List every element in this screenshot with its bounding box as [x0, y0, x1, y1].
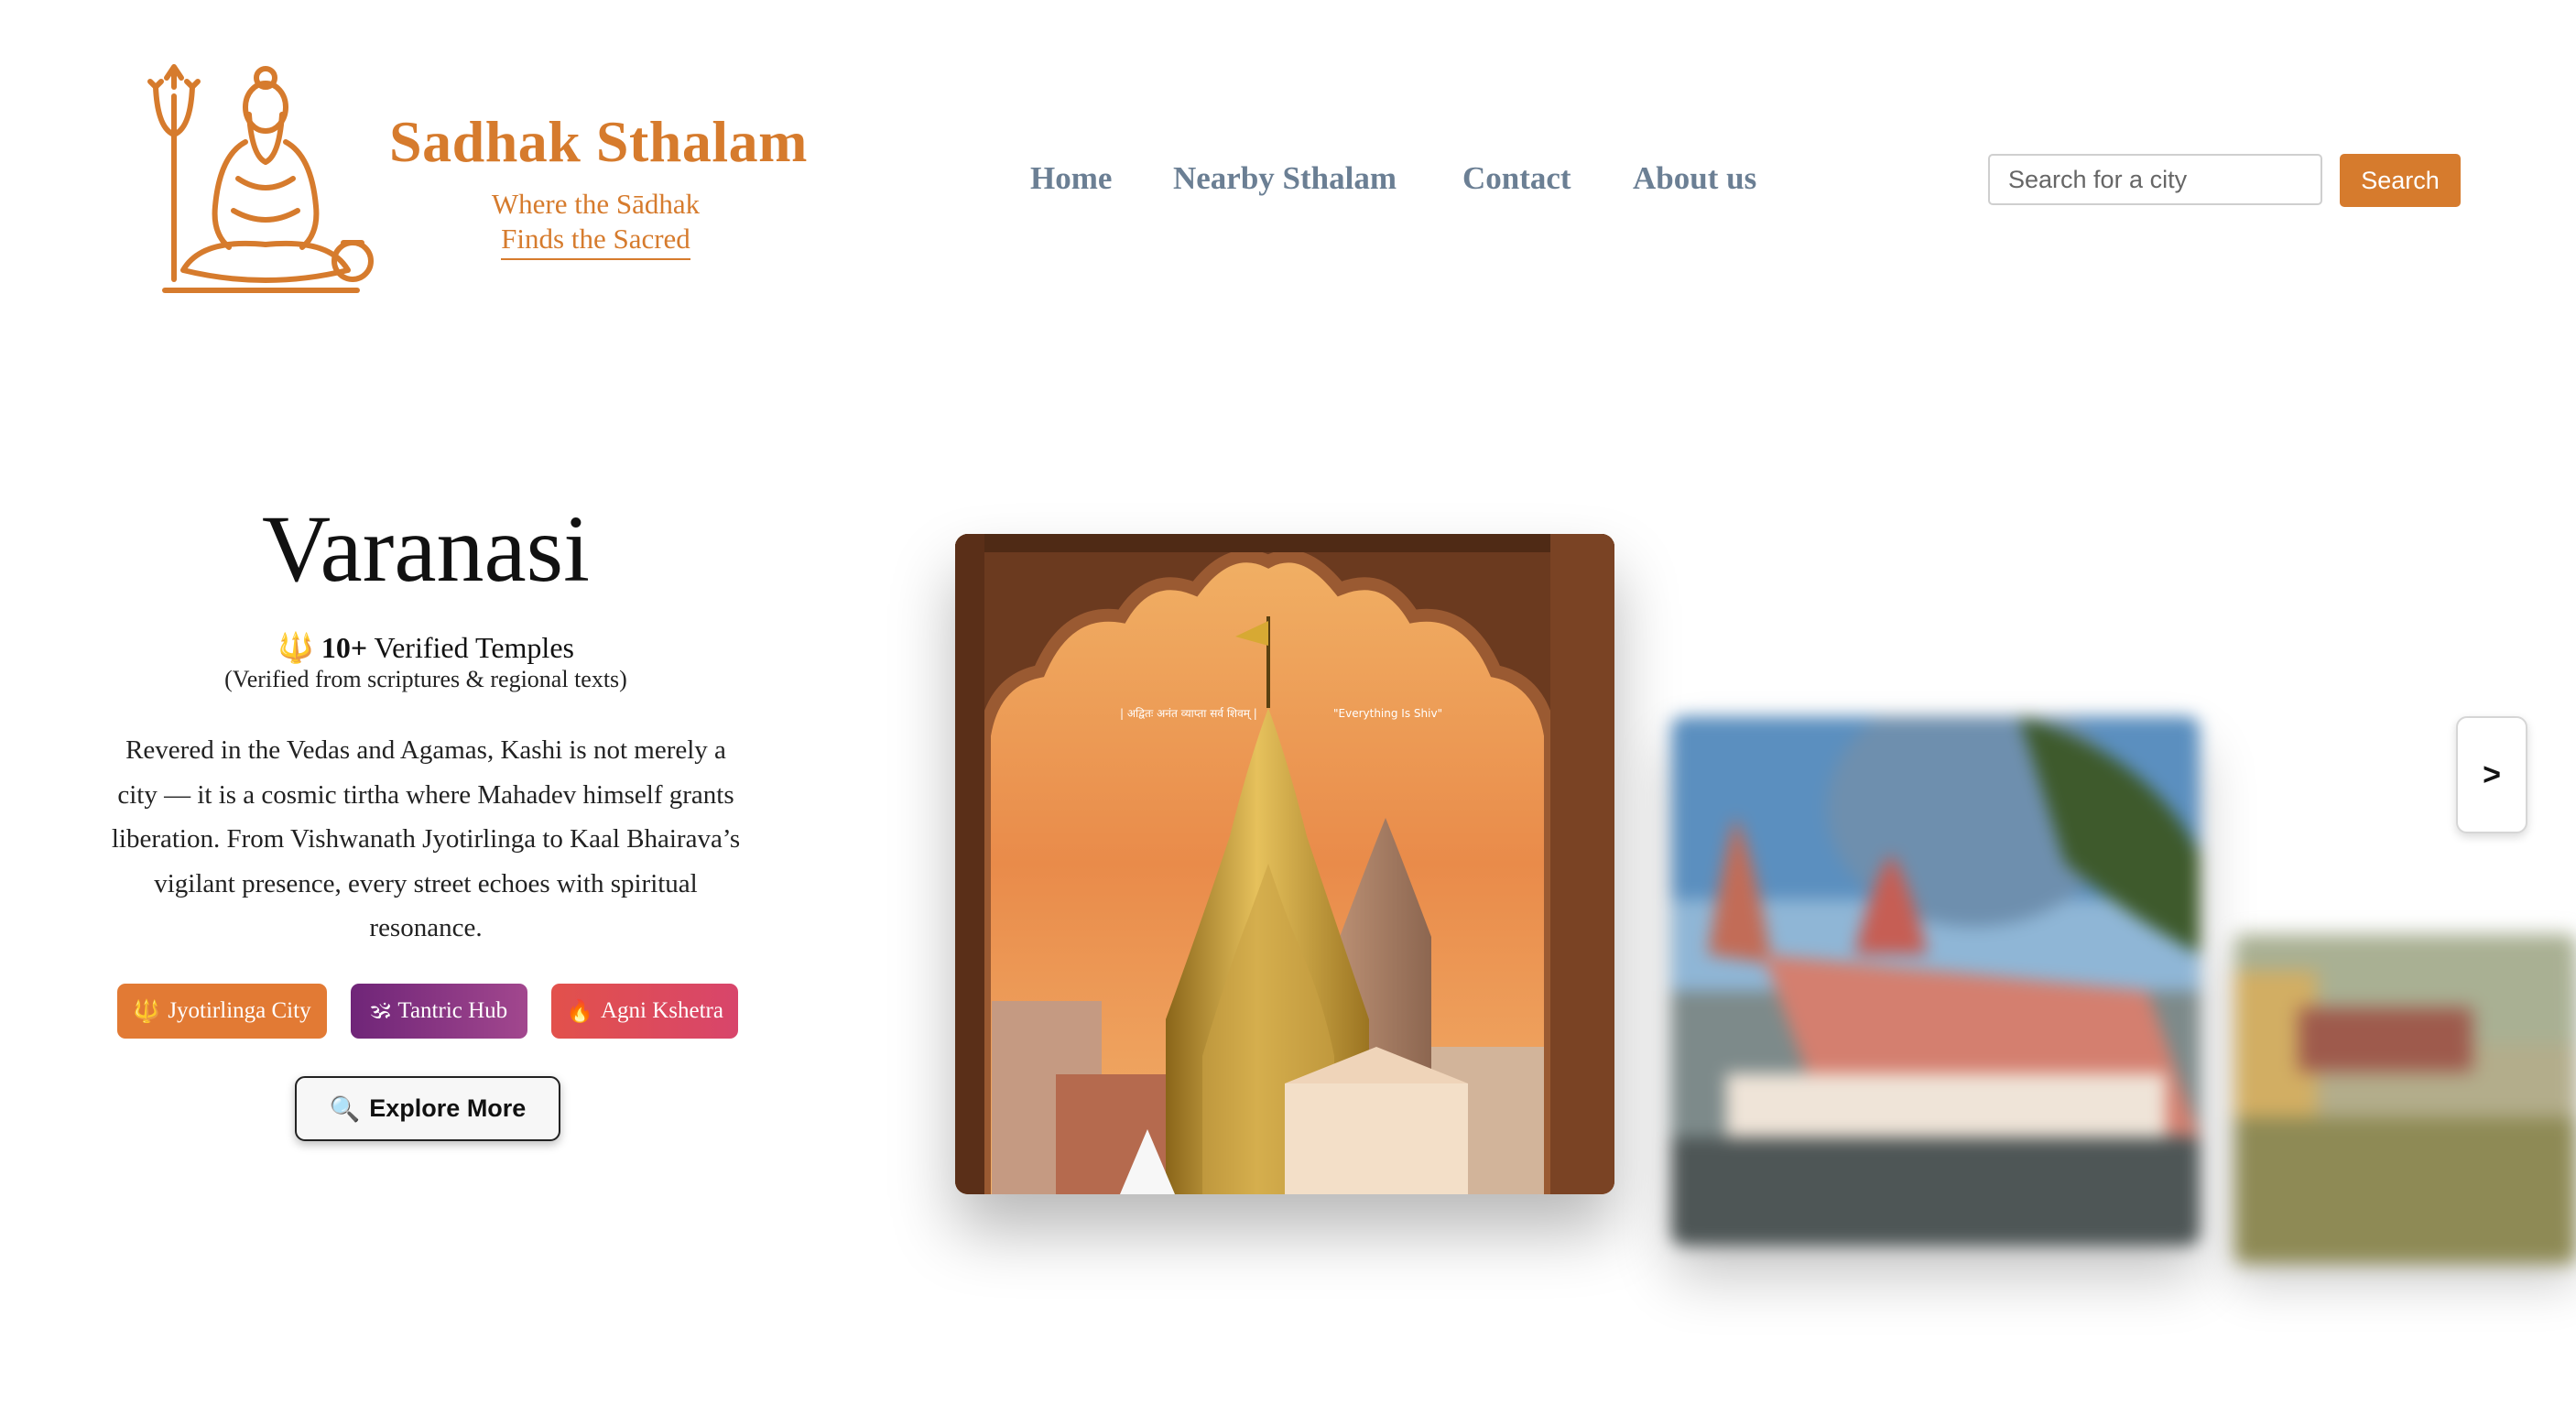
tag-tantric-hub[interactable]: 🕉 Tantric Hub	[351, 984, 527, 1039]
tag-jyotirlinga-city[interactable]: 🔱 Jyotirlinga City	[117, 984, 327, 1039]
carousel-next-button[interactable]: >	[2456, 716, 2527, 833]
city-search-input[interactable]	[1988, 154, 2322, 205]
palace-temple-image-blurred[interactable]	[2234, 934, 2576, 1264]
temple-illustration: | अद्वितः अनंत व्याप्ता सर्व शिवम् | "Ev…	[955, 534, 1614, 1194]
verified-note: (Verified from scriptures & regional tex…	[224, 666, 627, 692]
meditating-sadhu-with-trishul-logo-icon	[147, 64, 374, 293]
brand-tagline: Where the Sādhak Finds the Sacred	[484, 187, 708, 260]
vishwanath-temple-arch-image[interactable]: | अद्वितः अनंत व्याप्ता सर्व शिवम् | "Ev…	[955, 534, 1614, 1194]
kamakhya-temple-image-blurred[interactable]	[1671, 716, 2200, 1246]
tag-label: Tantric Hub	[397, 998, 508, 1023]
tag-agni-kshetra[interactable]: 🔥 Agni Kshetra	[551, 984, 738, 1039]
brand-tagline-line2: Finds the Sacred	[501, 222, 690, 260]
kamakhya-temple-illustration	[1671, 716, 2200, 1246]
temple-count-line: 🔱 10+ Verified Temples	[128, 630, 723, 665]
nav-contact[interactable]: Contact	[1462, 160, 1571, 197]
tag-label: Agni Kshetra	[600, 998, 723, 1023]
fire-icon: 🔥	[566, 999, 593, 1024]
brand-tagline-line1: Where the Sādhak	[491, 188, 701, 220]
trishul-icon: 🔱	[133, 999, 161, 1024]
nav-home[interactable]: Home	[1030, 160, 1112, 197]
explore-more-label: Explore More	[369, 1094, 527, 1122]
brand-title: Sadhak Sthalam	[389, 109, 808, 174]
temple-count: 10+	[321, 631, 368, 664]
search-button[interactable]: Search	[2340, 154, 2461, 207]
trishul-icon: 🔱	[277, 631, 314, 664]
city-description: Revered in the Vedas and Agamas, Kashi i…	[111, 735, 741, 942]
nav-about-us[interactable]: About us	[1633, 160, 1756, 197]
city-title: Varanasi	[261, 496, 591, 602]
explore-more-button[interactable]: 🔍 Explore More	[295, 1076, 560, 1141]
om-icon: 🕉	[370, 998, 391, 1023]
magnifier-icon: 🔍	[329, 1094, 361, 1123]
tag-label: Jyotirlinga City	[168, 998, 311, 1023]
temple-count-suffix: Verified Temples	[367, 631, 574, 664]
arch-caption-left: | अद्वितः अनंत व्याप्ता सर्व शिवम् |	[1120, 707, 1257, 721]
arch-caption-right: "Everything Is Shiv"	[1333, 707, 1442, 720]
brand-logo[interactable]	[147, 50, 385, 298]
palace-temple-illustration	[2234, 934, 2576, 1264]
nav-nearby-sthalam[interactable]: Nearby Sthalam	[1173, 160, 1397, 197]
